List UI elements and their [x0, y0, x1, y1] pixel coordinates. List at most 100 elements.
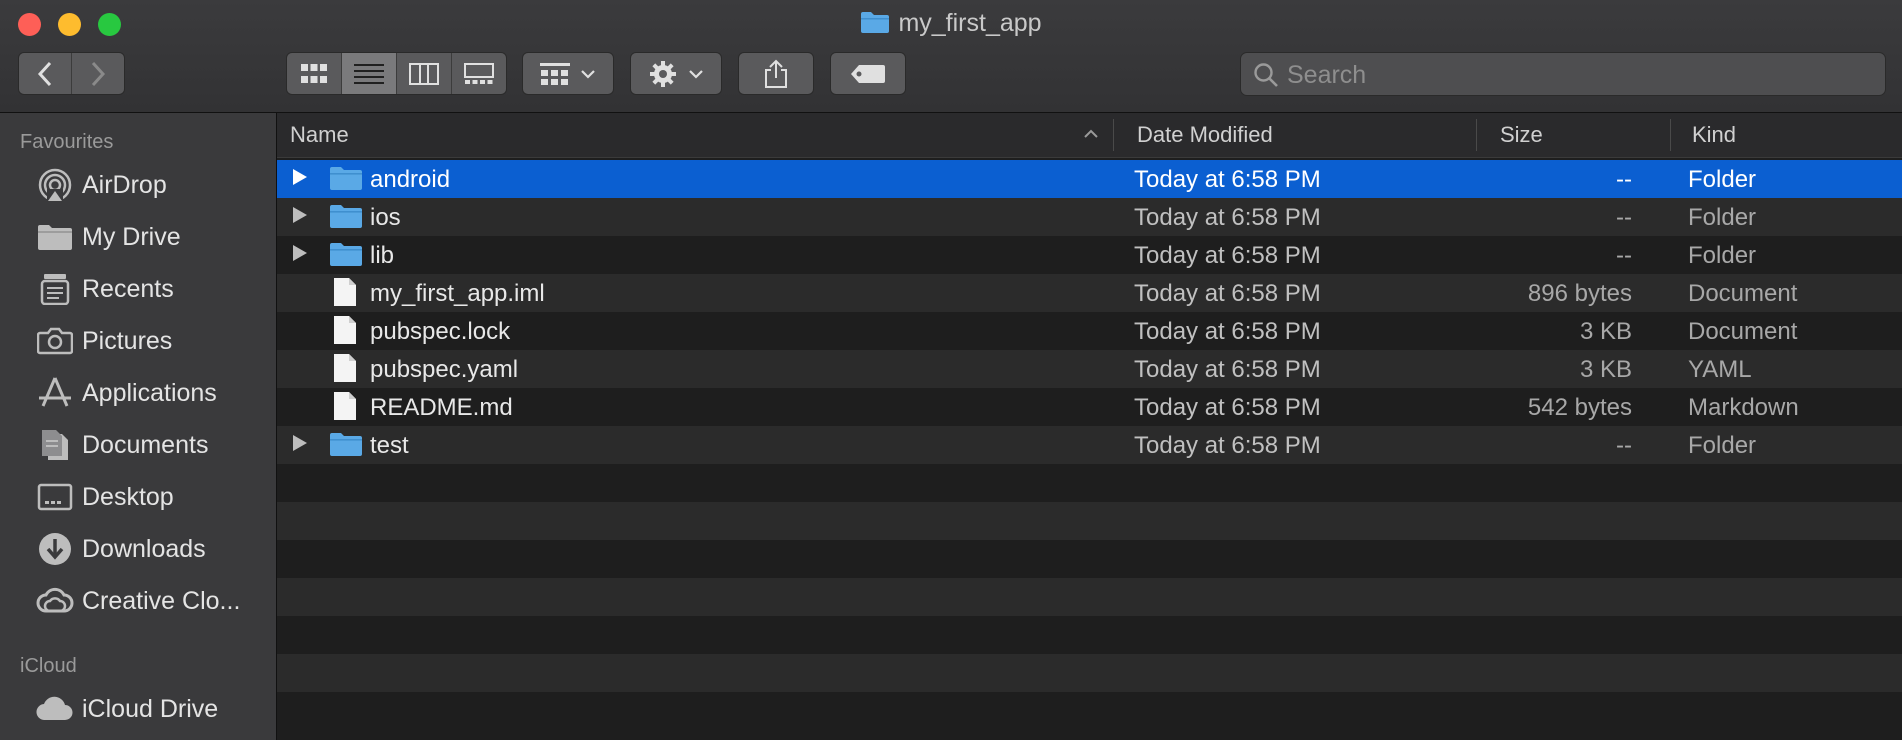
file-date-modified: Today at 6:58 PM	[1134, 166, 1321, 193]
icon-view-button[interactable]	[287, 53, 342, 94]
sidebar-item-label: Desktop	[82, 482, 174, 511]
sidebar-item-label: Pictures	[82, 326, 173, 355]
desktop-icon	[36, 480, 74, 514]
search-field[interactable]	[1240, 52, 1886, 97]
grid-icon	[301, 63, 327, 83]
sidebar-item-desktop[interactable]: Desktop	[36, 475, 174, 519]
file-row-ios[interactable]: ios Today at 6:58 PM -- Folder	[277, 198, 1902, 236]
empty-row	[277, 578, 1902, 616]
disclosure-triangle-icon[interactable]	[293, 435, 307, 451]
empty-row	[277, 692, 1902, 730]
columns-icon	[409, 62, 439, 85]
sidebar: Favourites AirDrop My Drive Recents Pict…	[0, 113, 277, 740]
file-name: test	[370, 432, 409, 459]
file-date-modified: Today at 6:58 PM	[1134, 394, 1321, 421]
file-row-my-first-app-iml[interactable]: my_first_app.iml Today at 6:58 PM 896 byte…	[277, 274, 1902, 312]
group-by-button[interactable]	[522, 52, 614, 95]
sidebar-item-label: iCloud Drive	[82, 694, 219, 723]
folder-icon	[36, 220, 74, 254]
sidebar-item-label: Downloads	[82, 534, 206, 563]
action-menu-button[interactable]	[630, 52, 722, 95]
disclosure-triangle-icon[interactable]	[293, 245, 307, 261]
sidebar-item-applications[interactable]: Applications	[36, 371, 217, 415]
sidebar-item-label: Documents	[82, 430, 209, 459]
file-kind: Folder	[1688, 166, 1757, 193]
gallery-view-button[interactable]	[452, 53, 506, 94]
sidebar-item-recents[interactable]: Recents	[36, 267, 174, 311]
chevron-right-icon	[91, 61, 106, 86]
sidebar-section-favourites: Favourites	[20, 131, 114, 153]
file-row-pubspec-yaml[interactable]: pubspec.yaml Today at 6:58 PM 3 KB YAML	[277, 350, 1902, 388]
cloud-icon	[36, 692, 74, 726]
file-name: README.md	[370, 394, 513, 421]
file-name: pubspec.yaml	[370, 356, 519, 383]
file-icon	[333, 353, 357, 390]
recents-icon	[36, 272, 74, 306]
sidebar-item-icloud-drive[interactable]: iCloud Drive	[36, 687, 218, 731]
file-kind: Folder	[1688, 204, 1757, 231]
empty-row	[277, 540, 1902, 578]
sidebar-item-downloads[interactable]: Downloads	[36, 527, 206, 571]
file-row-readme-md[interactable]: README.md Today at 6:58 PM 542 bytes Markdo…	[277, 388, 1902, 426]
airdrop-icon	[36, 168, 74, 203]
empty-row	[277, 654, 1902, 692]
column-header-date-modified[interactable]: Date Modified	[1137, 113, 1273, 157]
share-button[interactable]	[738, 52, 814, 95]
folder-icon	[329, 431, 363, 464]
file-size: 3 KB	[1579, 356, 1632, 383]
file-name: ios	[370, 204, 401, 231]
toolbar: my_first_app	[0, 0, 1902, 113]
back-button[interactable]	[19, 53, 72, 94]
sidebar-item-label: My Drive	[82, 222, 181, 251]
navigation-buttons	[18, 52, 125, 95]
search-icon	[1254, 63, 1278, 87]
folder-icon	[860, 10, 890, 41]
sidebar-item-creative-cloud[interactable]: Creative Clo...	[36, 579, 240, 623]
column-header-kind[interactable]: Kind	[1692, 113, 1736, 157]
file-row-test[interactable]: test Today at 6:58 PM -- Folder	[277, 426, 1902, 464]
camera-icon	[36, 324, 74, 358]
file-kind: Document	[1688, 280, 1798, 307]
chevron-down-icon	[581, 69, 595, 79]
document-icon	[36, 428, 74, 462]
tags-button[interactable]	[830, 52, 906, 95]
column-headers: Name Date Modified Size Kind	[277, 113, 1902, 158]
disclosure-triangle-icon[interactable]	[293, 207, 307, 223]
sidebar-item-documents[interactable]: Documents	[36, 423, 208, 467]
file-row-lib[interactable]: lib Today at 6:58 PM -- Folder	[277, 236, 1902, 274]
sidebar-item-label: AirDrop	[82, 170, 167, 199]
list-view-button[interactable]	[342, 53, 397, 94]
file-row-android[interactable]: android Today at 6:58 PM -- Folder	[277, 160, 1902, 198]
file-date-modified: Today at 6:58 PM	[1134, 280, 1321, 307]
folder-icon	[329, 241, 363, 274]
column-header-size[interactable]: Size	[1500, 113, 1543, 157]
file-date-modified: Today at 6:58 PM	[1134, 204, 1321, 231]
file-row-pubspec-lock[interactable]: pubspec.lock Today at 6:58 PM 3 KB Document	[277, 312, 1902, 350]
file-kind: Markdown	[1688, 394, 1799, 421]
forward-button[interactable]	[72, 53, 124, 94]
file-size: 3 KB	[1579, 318, 1632, 345]
tag-icon	[851, 64, 885, 83]
sidebar-item-pictures[interactable]: Pictures	[36, 319, 172, 363]
search-input[interactable]	[1285, 53, 1879, 97]
sidebar-item-airdrop[interactable]: AirDrop	[36, 163, 167, 207]
sidebar-section-icloud: iCloud	[20, 655, 77, 677]
file-size: --	[1616, 166, 1632, 193]
file-name: android	[370, 166, 451, 193]
file-size: --	[1616, 204, 1632, 231]
file-name: my_first_app.iml	[370, 280, 545, 307]
file-icon	[333, 277, 357, 314]
column-view-button[interactable]	[397, 53, 452, 94]
sidebar-item-label: Recents	[82, 274, 174, 303]
file-kind: Folder	[1688, 242, 1757, 269]
download-icon	[36, 532, 74, 566]
file-icon	[333, 391, 357, 428]
column-header-name[interactable]: Name	[290, 113, 349, 157]
file-size: 896 bytes	[1527, 280, 1632, 307]
file-list: Name Date Modified Size Kind android Toda…	[277, 113, 1902, 740]
sidebar-item-label: Applications	[82, 378, 217, 407]
gear-icon	[650, 60, 676, 87]
gallery-icon	[464, 62, 494, 84]
sidebar-item-my-drive[interactable]: My Drive	[36, 215, 181, 259]
disclosure-triangle-icon[interactable]	[293, 169, 307, 185]
